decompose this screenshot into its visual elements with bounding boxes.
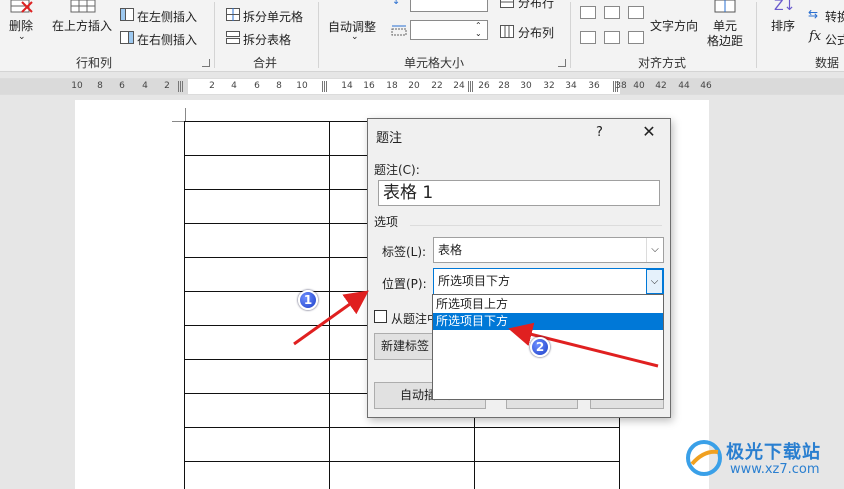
watermark-logo-icon: [686, 440, 722, 476]
watermark-url: www.xz7.com: [730, 462, 820, 477]
step-1-badge: 1: [298, 290, 318, 310]
annotation-arrows: [293, 290, 659, 368]
watermark: 极光下载站 www.xz7.com: [680, 436, 840, 484]
step-2-badge: 2: [530, 337, 550, 357]
watermark-title: 极光下载站: [726, 442, 821, 463]
